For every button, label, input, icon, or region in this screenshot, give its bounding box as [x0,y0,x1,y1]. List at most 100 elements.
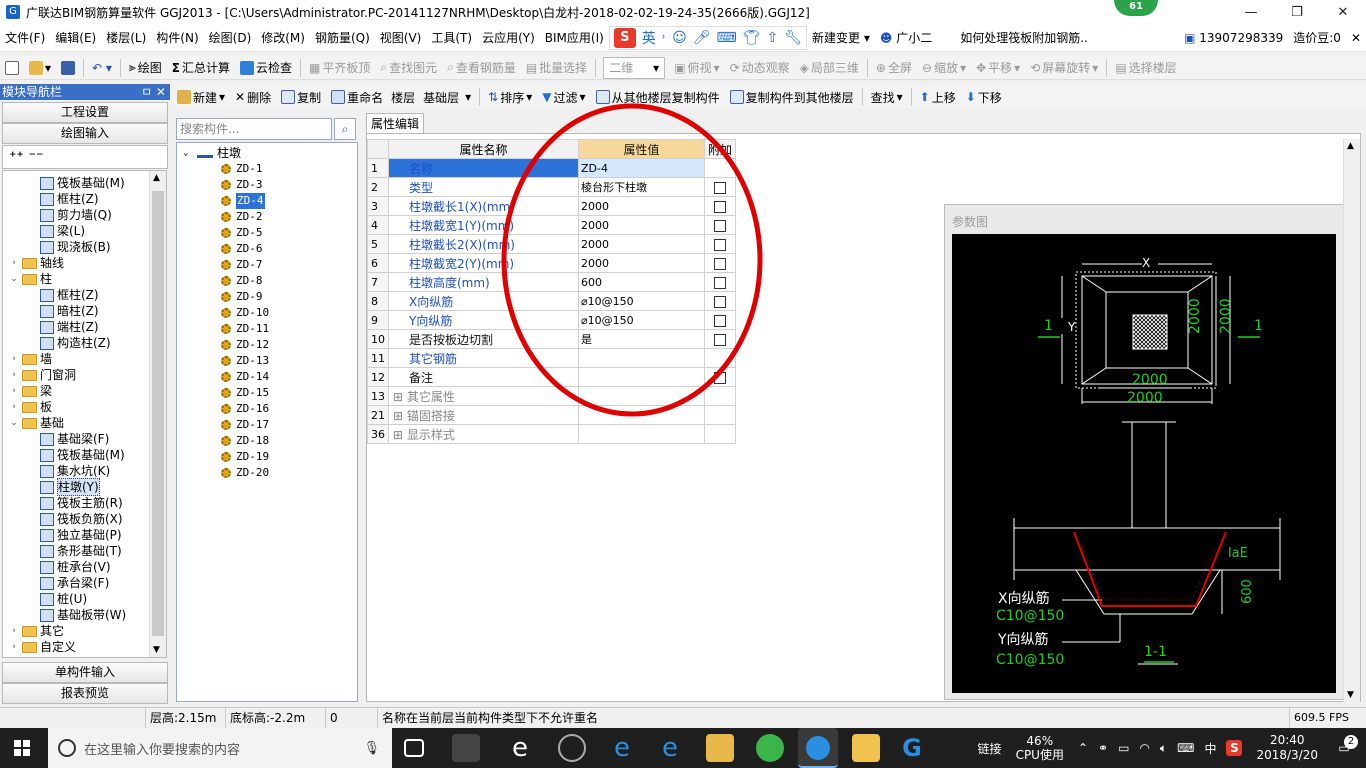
find-button[interactable]: 查找 ▾ [866,86,908,108]
collapse-all-icon[interactable]: ⁻⁻ [29,149,44,165]
question-link[interactable]: 如何处理筏板附加钢筋.. [955,29,1093,46]
wifi-icon[interactable]: ◠ [1139,741,1149,755]
component-list-item[interactable]: ZD-18 [177,433,357,449]
component-list-item[interactable]: ZD-1 [177,161,357,177]
property-scrollbar[interactable]: ▲ ▼ [1343,139,1360,702]
rename-button[interactable]: 重命名 [326,86,388,108]
nav-folder[interactable]: ⌄ 柱 [3,271,166,287]
delete-button[interactable]: ✕ 删除 [230,86,276,108]
nav-scrollbar[interactable]: ▲ ▼ [149,171,166,657]
green-app-icon[interactable] [756,734,784,762]
nav-item[interactable]: 桩(U) [3,591,166,607]
component-list-item[interactable]: ZD-12 [177,337,357,353]
tray-link[interactable]: 链接 [978,740,1002,757]
mic-icon[interactable]: 🎤︎ [693,30,711,46]
new-component-button[interactable]: 新建 ▾ [172,86,230,108]
pan-button[interactable]: ✥ 平移 ▾ [971,57,1025,79]
nav-item[interactable]: 构造柱(Z) [3,335,166,351]
nav-folder[interactable]: › 其它 [3,623,166,639]
nav-item[interactable]: 筏板主筋(R) [3,495,166,511]
emoji-icon[interactable]: ☺ [672,30,687,46]
assistant-button[interactable]: ☻ 广小二 [875,29,937,46]
nav-item[interactable]: 现浇板(B) [3,239,166,255]
close-button[interactable]: ✕ [1320,0,1366,24]
component-list-item[interactable]: ZD-19 [177,449,357,465]
prop-scroll-up-icon[interactable]: ▲ [1347,141,1354,151]
menu-new-change[interactable]: 新建变更 ▾ [807,29,875,46]
nav-folder[interactable]: › 轴线 [3,255,166,271]
scroll-up-icon[interactable]: ▲ [153,173,160,183]
select-floor-button[interactable]: ▤ 选择楼层 [1110,57,1181,79]
view-mode-select[interactable]: 二维 ▾ [603,56,666,79]
punct-icon[interactable]: ˒ [662,30,666,46]
g-app-icon[interactable]: G [898,734,926,762]
collapse-icon[interactable]: ⌄ [9,271,19,287]
people-icon[interactable]: ⚭ [1098,741,1108,755]
nav-item[interactable]: 框柱(Z) [3,287,166,303]
windows-start-icon[interactable] [14,740,30,756]
flush-button[interactable]: ▦ 平齐板顶 [304,57,375,79]
cloud-check-button[interactable]: 云检查 [235,57,297,79]
search-icon[interactable]: ⌕ [334,118,356,140]
nav-item[interactable]: 筏板负筋(X) [3,511,166,527]
property-value-field[interactable] [578,424,705,444]
nav-item[interactable]: 端柱(Z) [3,319,166,335]
keyboard-icon[interactable]: ⌨ [717,30,737,46]
fullscreen-button[interactable]: ⊕ 全屏 [871,57,917,79]
fan-app-icon[interactable] [452,734,480,762]
component-list-item[interactable]: ZD-7 [177,257,357,273]
component-search-input[interactable]: 搜索构件... [176,118,332,140]
dynamic-view-button[interactable]: ⟳ 动态观察 [725,57,795,79]
menu-cloud[interactable]: 云应用(Y) [477,29,540,46]
expand-icon[interactable]: › [9,255,19,271]
file-explorer-icon[interactable] [706,734,734,762]
batch-select-button[interactable]: ▤ 批量选择 [521,57,592,79]
menu-draw[interactable]: 绘图(D) [204,29,257,46]
menu-file[interactable]: 文件(F) [0,29,50,46]
expand-group-icon[interactable]: ⊞ [393,409,407,423]
glodon-app-icon[interactable] [798,728,838,768]
component-list-item[interactable]: ZD-13 [177,353,357,369]
scroll-down-icon[interactable]: ▼ [153,645,160,655]
nav-item[interactable]: 集水坑(K) [3,463,166,479]
copy-button[interactable]: 复制 [276,86,326,108]
tray-chevron-icon[interactable]: ⌃ [1078,741,1088,755]
upload-icon[interactable]: ⇧ [767,30,779,46]
prop-scroll-down-icon[interactable]: ▼ [1347,690,1354,700]
find-element-button[interactable]: ⌕ 查找图元 [375,57,442,79]
zoom-button[interactable]: ⊖ 缩放 ▾ [917,57,971,79]
local-3d-button[interactable]: ◈ 局部三维 [795,57,864,79]
keyboard-tray-icon[interactable]: ⌨ [1177,741,1194,755]
component-list-item[interactable]: ZD-4 [177,193,357,209]
nav-folder[interactable]: › 自定义 [3,639,166,655]
menu-edit[interactable]: 编辑(E) [50,29,101,46]
nav-folder[interactable]: › 墙 [3,351,166,367]
move-down-button[interactable]: ⬇ 下移 [961,86,1007,108]
nav-item[interactable]: 基础板带(W) [3,607,166,623]
nav-item[interactable]: 承台梁(F) [3,575,166,591]
nav-folder[interactable]: ⌄ 基础 [3,415,166,431]
expand-group-icon[interactable]: ⊞ [393,390,407,404]
top-view-button[interactable]: ▣ 俯视 ▾ [669,57,724,79]
menu-component[interactable]: 构件(N) [151,29,203,46]
property-row[interactable]: 36 ⊞ 显示样式 [367,424,736,444]
nav-item[interactable]: 剪力墙(Q) [3,207,166,223]
component-list-item[interactable]: ZD-20 [177,465,357,481]
menu-floor[interactable]: 楼层(L) [101,29,151,46]
expand-group-icon[interactable]: ⊞ [393,428,407,442]
component-root[interactable]: ⌄ 柱墩 [177,145,357,161]
component-list-item[interactable]: ZD-9 [177,289,357,305]
task-view-icon[interactable] [404,739,424,757]
ie2-app-icon[interactable]: e [656,734,684,762]
floor-select[interactable]: 基础层 ▾ [418,86,476,108]
sum-button[interactable]: Σ 汇总计算 [167,57,235,79]
browser-app-icon[interactable] [558,734,586,762]
notification-center-icon[interactable]: ▭ 2 [1332,735,1358,755]
nav-item[interactable]: 暗柱(Z) [3,303,166,319]
sogou-tray-icon[interactable]: S [1226,740,1243,756]
nav-item[interactable]: 筏板基础(M) [3,447,166,463]
collapse-icon[interactable]: ⌄ [183,145,195,161]
menu-bim[interactable]: BIM应用(I) [540,29,609,46]
collapse-icon[interactable]: ⌄ [9,415,19,431]
menu-view[interactable]: 视图(V) [375,29,427,46]
